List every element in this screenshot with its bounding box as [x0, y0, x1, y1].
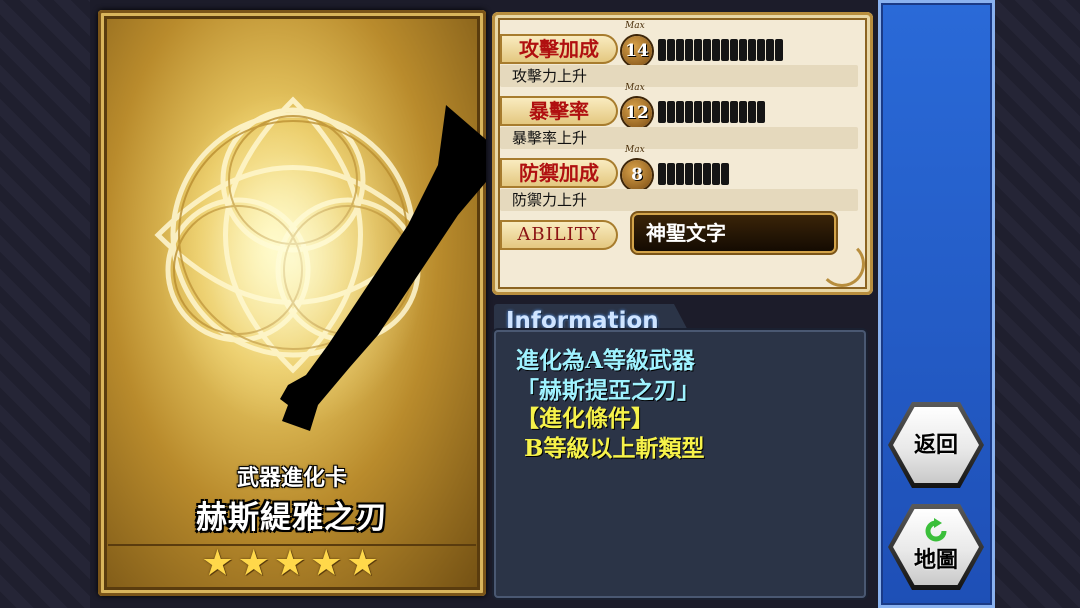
stat-bar-segment: [676, 163, 684, 185]
stat-bar-segment: [685, 163, 693, 185]
stat-bar-segment: [658, 163, 666, 185]
info-line: 進化為A等級武器: [516, 347, 695, 374]
right-background-pattern: [995, 0, 1080, 608]
refresh-icon: [925, 518, 947, 542]
info-line: 「赫斯提亞之刃」: [516, 377, 700, 404]
stat-description: 攻擊力上升: [500, 65, 858, 87]
stat-bar-segment: [667, 101, 675, 123]
stat-bar-segment: [667, 163, 675, 185]
stat-max-label: Max: [625, 83, 645, 93]
stat-bar-segment: [658, 39, 666, 61]
stat-bar-segment: [757, 101, 765, 123]
stat-level-bar: [658, 101, 765, 123]
stat-bar-segment: [775, 39, 783, 61]
stat-description: 暴擊率上升: [500, 127, 858, 149]
stat-bar-segment: [739, 39, 747, 61]
weapon-card: 武器進化卡 赫斯緹雅之刃 ★★★★★: [98, 10, 486, 596]
stat-bar-segment: [712, 39, 720, 61]
stat-bar-segment: [721, 163, 729, 185]
stat-bar-segment: [694, 101, 702, 123]
back-button-label: 返回: [913, 432, 958, 458]
info-line: B等級以上斬類型: [516, 435, 705, 462]
blade-silhouette: [280, 105, 486, 431]
map-button-face: 地圖: [893, 509, 979, 585]
card-name: 赫斯緹雅之刃: [196, 500, 388, 536]
stat-bar-segment: [712, 163, 720, 185]
stat-level-badge: 8: [622, 160, 652, 190]
stat-bar-segment: [694, 39, 702, 61]
stat-label: 防禦加成: [500, 158, 618, 188]
stat-label: 攻擊加成: [500, 34, 618, 64]
stat-bar-segment: [757, 39, 765, 61]
stat-bar-segment: [694, 163, 702, 185]
card-type-label: 武器進化卡: [236, 465, 347, 491]
stat-bar-segment: [730, 39, 738, 61]
stat-bar-segment: [748, 39, 756, 61]
stat-bar-segment: [748, 101, 756, 123]
stat-bar-segment: [721, 101, 729, 123]
stat-level-bar: [658, 39, 783, 61]
stat-bar-segment: [703, 163, 711, 185]
stat-bar-segment: [685, 101, 693, 123]
stat-bar-segment: [712, 101, 720, 123]
back-button-face: 返回: [893, 407, 979, 483]
stat-max-label: Max: [625, 21, 645, 31]
left-background-pattern: [0, 0, 90, 608]
stat-bar-segment: [703, 101, 711, 123]
stat-level-badge: 14: [622, 36, 652, 66]
stat-bar-segment: [676, 39, 684, 61]
stat-max-label: Max: [625, 145, 645, 155]
stat-bar-segment: [658, 101, 666, 123]
stat-level-bar: [658, 163, 729, 185]
stats-panel: 攻擊加成 Max 14 攻擊力上升 暴擊率 Max 12 暴擊率上升 防禦加成 …: [492, 12, 873, 295]
stat-bar-segment: [676, 101, 684, 123]
rarity-stars: ★★★★★: [201, 543, 383, 584]
stat-bar-segment: [721, 39, 729, 61]
ability-value: 神聖文字: [634, 215, 834, 251]
ability-label: ABILITY: [500, 220, 618, 250]
stat-bar-segment: [730, 101, 738, 123]
stat-level-badge: 12: [622, 98, 652, 128]
stat-bar-segment: [739, 101, 747, 123]
map-button-label: 地圖: [913, 547, 958, 573]
stat-bar-segment: [766, 39, 774, 61]
corner-ornament: [819, 241, 865, 287]
stat-description: 防禦力上升: [500, 189, 858, 211]
info-line: 【進化條件】: [516, 405, 654, 432]
stat-label: 暴擊率: [500, 96, 618, 126]
stat-bar-segment: [703, 39, 711, 61]
stat-bar-segment: [667, 39, 675, 61]
stat-bar-segment: [685, 39, 693, 61]
